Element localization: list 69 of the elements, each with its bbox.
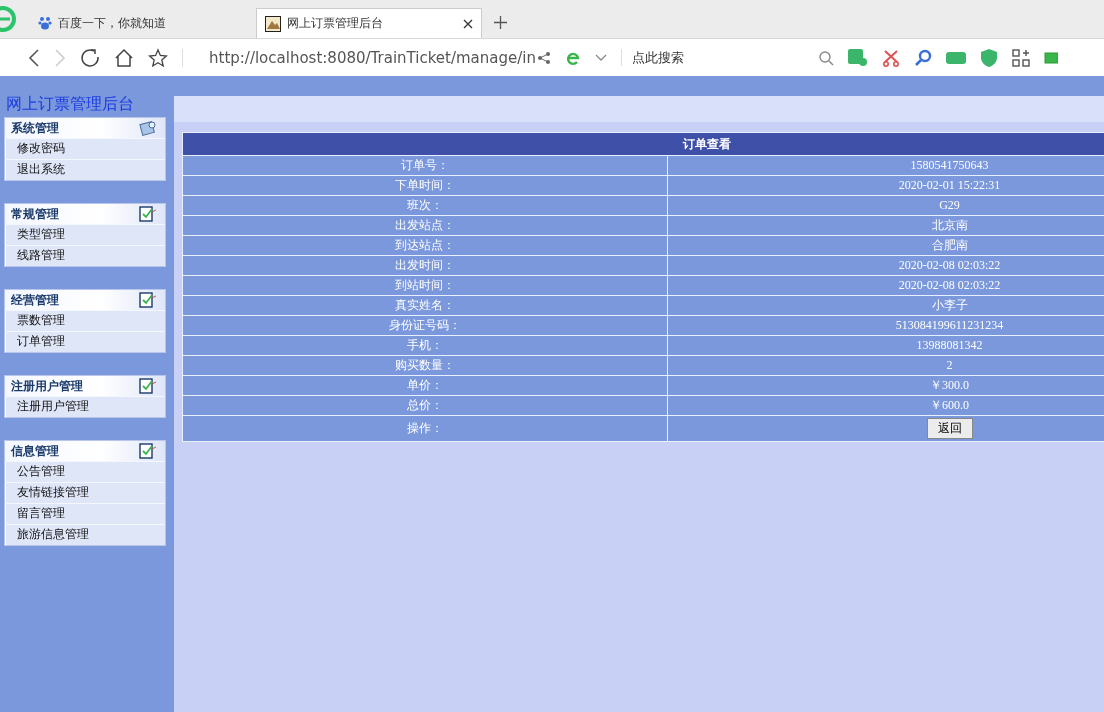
menu-link[interactable]: 友情链接管理 xyxy=(5,482,165,503)
apps-icon[interactable] xyxy=(1012,48,1030,67)
menu-link[interactable]: 旅游信息管理 xyxy=(5,524,165,545)
share-icon[interactable] xyxy=(537,50,551,65)
menu-link[interactable]: 类型管理 xyxy=(5,224,165,245)
menu-group-title: 注册用户管理 xyxy=(11,377,83,395)
field-value: 2020-02-08 02:03:22 xyxy=(898,278,1001,292)
field-label: 真实姓名： xyxy=(395,298,455,312)
field-value: 13988081342 xyxy=(916,338,983,352)
field-label: 到达站点： xyxy=(395,238,455,252)
field-label: 订单号： xyxy=(401,158,449,172)
field-value: G29 xyxy=(939,198,960,212)
menu-link[interactable]: 退出系统 xyxy=(5,159,165,180)
field-label: 下单时间： xyxy=(395,178,455,192)
browser-tab[interactable]: 百度一下，你就知道 xyxy=(30,8,256,38)
reload-icon[interactable] xyxy=(80,47,100,68)
key-icon[interactable] xyxy=(914,48,932,67)
menu-link[interactable]: 票数管理 xyxy=(5,310,165,331)
search-icon[interactable] xyxy=(818,49,834,66)
menu-group-title: 经营管理 xyxy=(11,291,59,309)
menu-link[interactable]: 订单管理 xyxy=(5,331,165,352)
field-value: ￥300.0 xyxy=(930,378,969,392)
paw-icon xyxy=(38,16,52,30)
checklist-icon xyxy=(139,443,157,459)
field-label: 总价： xyxy=(407,398,443,412)
field-value: 小李子 xyxy=(931,298,968,312)
field-value: 2 xyxy=(946,358,953,372)
field-label: 操作： xyxy=(407,421,443,435)
checklist-icon xyxy=(139,206,157,222)
page-title: 网上订票管理后台 xyxy=(6,94,135,115)
menu-link[interactable]: 修改密码 xyxy=(5,138,165,159)
menu-link[interactable]: 注册用户管理 xyxy=(5,396,165,417)
field-value: ￥600.0 xyxy=(930,398,969,412)
chevron-down-icon[interactable] xyxy=(595,53,607,62)
plus-icon[interactable] xyxy=(494,16,507,29)
checklist-icon xyxy=(139,292,157,308)
search-field[interactable]: 点此搜索 xyxy=(621,49,804,66)
scissors-icon[interactable] xyxy=(882,48,900,67)
close-icon[interactable] xyxy=(463,18,473,29)
field-value: 北京南 xyxy=(931,218,968,232)
shield-icon[interactable] xyxy=(980,48,998,67)
table-title: 订单查看 xyxy=(182,132,1104,156)
field-label: 到站时间： xyxy=(395,278,455,292)
home-icon[interactable] xyxy=(114,47,134,68)
field-label: 身份证号码： xyxy=(389,318,461,332)
field-value: 合肥南 xyxy=(931,238,968,252)
menu-link[interactable]: 线路管理 xyxy=(5,245,165,266)
page-icon xyxy=(265,15,281,32)
star-icon[interactable] xyxy=(148,47,168,68)
menu-group-title: 系统管理 xyxy=(11,119,59,137)
field-label: 出发时间： xyxy=(395,258,455,272)
menu-group-title: 信息管理 xyxy=(11,442,59,460)
menu-link[interactable]: 公告管理 xyxy=(5,461,165,482)
field-label: 出发站点： xyxy=(395,218,455,232)
back-icon[interactable] xyxy=(28,47,40,68)
field-label: 单价： xyxy=(407,378,443,392)
menu-link[interactable]: 留言管理 xyxy=(5,503,165,524)
address-text[interactable]: http://localhost:8080/TrainTicket/manage/in xyxy=(209,48,536,67)
field-label: 购买数量： xyxy=(395,358,455,372)
field-value: 2020-02-01 15:22:31 xyxy=(898,178,1001,192)
browser-tab[interactable]: 网上订票管理后台 xyxy=(256,8,482,38)
menu-group-title: 常规管理 xyxy=(11,205,59,223)
field-value: 513084199611231234 xyxy=(895,318,1004,332)
checklist-icon xyxy=(139,378,157,394)
field-label: 手机： xyxy=(407,338,443,352)
field-value: 2020-02-08 02:03:22 xyxy=(898,258,1001,272)
back-button[interactable]: 返回 xyxy=(926,418,973,439)
field-label: 班次： xyxy=(407,198,443,212)
field-value: 1580541750643 xyxy=(910,158,989,172)
